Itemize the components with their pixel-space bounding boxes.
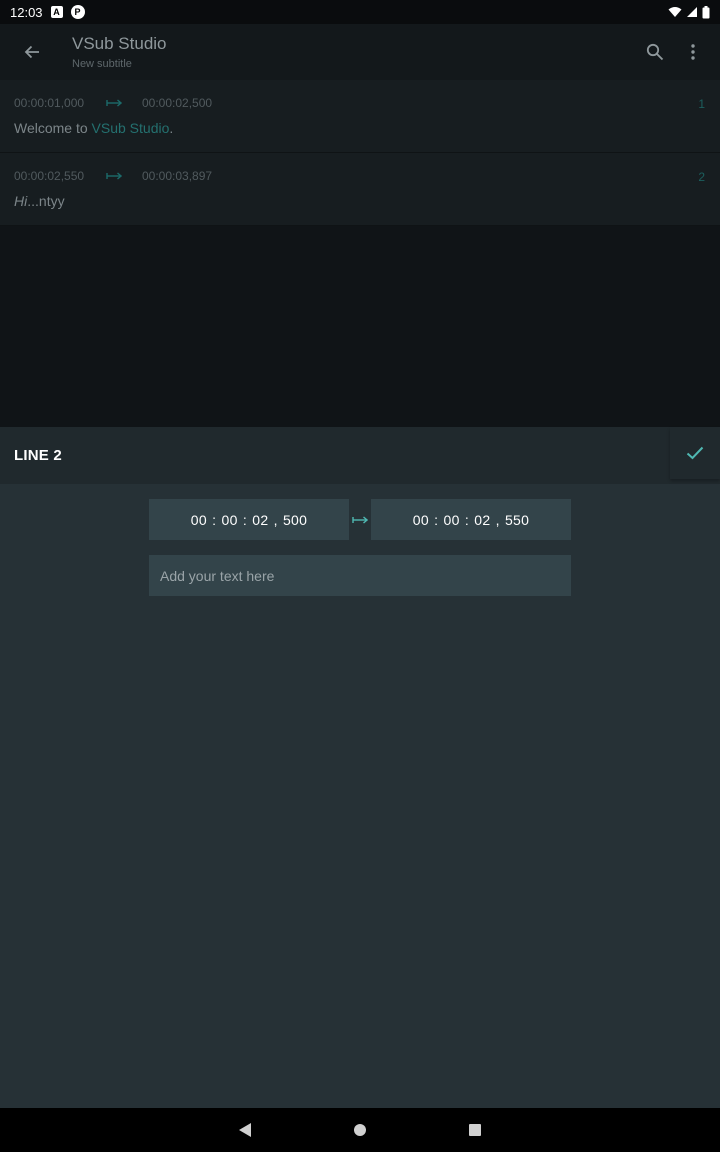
subtitle-list-item[interactable]: 00:00:02,550 00:00:03,897 2 Hi...ntyy xyxy=(0,153,720,226)
status-bar: 12:03 A P xyxy=(0,0,720,24)
check-icon xyxy=(686,446,704,460)
end-time-field[interactable]: 00 : 00 : 02 , 550 xyxy=(371,499,571,540)
nav-back-button[interactable] xyxy=(188,1108,303,1152)
search-icon xyxy=(646,43,664,61)
subtitle-times: 00:00:01,000 00:00:02,500 xyxy=(14,96,706,110)
nav-home-button[interactable] xyxy=(303,1108,418,1152)
app-subtitle: New subtitle xyxy=(72,58,132,70)
nav-home-icon xyxy=(354,1124,366,1136)
subtitle-start-time: 00:00:02,550 xyxy=(14,169,85,183)
subtitle-text-plain: Welcome to xyxy=(14,120,92,136)
status-right xyxy=(668,5,710,19)
subtitle-times: 00:00:02,550 00:00:03,897 xyxy=(14,169,706,183)
subtitle-index: 1 xyxy=(698,97,705,111)
confirm-button[interactable] xyxy=(670,427,720,479)
subtitle-text-italic: Hi xyxy=(14,193,28,209)
time-range-row: 00 : 00 : 02 , 500 00 : 00 : 02 , 550 xyxy=(149,499,571,540)
subtitle-text-rest: ...ntyy xyxy=(27,193,65,209)
notification-a-icon: A xyxy=(50,6,63,18)
status-time: 12:03 xyxy=(10,4,43,20)
subtitle-text-suffix: . xyxy=(169,120,174,136)
range-arrow-icon xyxy=(106,172,142,180)
more-vert-icon xyxy=(691,44,695,60)
signal-icon xyxy=(687,7,697,17)
start-time-field[interactable]: 00 : 00 : 02 , 500 xyxy=(149,499,349,540)
range-arrow-icon xyxy=(106,99,142,107)
subtitle-end-time: 00:00:03,897 xyxy=(142,169,213,183)
subtitle-start-time: 00:00:01,000 xyxy=(14,96,85,110)
subtitle-list-item[interactable]: 00:00:01,000 00:00:02,500 1 Welcome to V… xyxy=(0,80,720,153)
navigation-bar xyxy=(0,1108,720,1152)
screen: 12:03 A P VSub Studio New subtitle 00:00… xyxy=(0,0,720,1152)
subtitle-end-time: 00:00:02,500 xyxy=(142,96,213,110)
subtitle-text-highlight: VSub Studio xyxy=(91,120,170,136)
range-arrow-icon xyxy=(349,515,371,524)
subtitle-index: 2 xyxy=(698,170,705,184)
arrow-left-icon xyxy=(24,45,39,59)
notification-p-icon: P xyxy=(70,5,85,19)
line-editor-header: LINE 2 xyxy=(0,427,720,484)
nav-back-icon xyxy=(239,1123,251,1137)
status-left: 12:03 A P xyxy=(10,5,85,20)
app-title: VSub Studio xyxy=(72,34,167,53)
subtitle-text-input[interactable] xyxy=(149,555,571,596)
subtitle-list: 00:00:01,000 00:00:02,500 1 Welcome to V… xyxy=(0,80,720,226)
line-editor-title: LINE 2 xyxy=(14,447,62,464)
battery-icon xyxy=(702,5,710,18)
subtitle-text: Welcome to VSub Studio. xyxy=(14,120,706,136)
search-button[interactable] xyxy=(636,24,674,80)
app-actions xyxy=(636,24,720,80)
nav-recents-icon xyxy=(469,1124,481,1136)
back-button[interactable] xyxy=(0,24,64,80)
wifi-icon xyxy=(668,7,682,17)
app-titles: VSub Studio New subtitle xyxy=(72,33,167,71)
app-bar: VSub Studio New subtitle xyxy=(0,24,720,80)
line-editor-sheet: LINE 2 00 : 00 : 02 , 500 00 : 00 : 02 ,… xyxy=(0,427,720,1108)
more-options-button[interactable] xyxy=(674,24,712,80)
nav-recents-button[interactable] xyxy=(418,1108,533,1152)
subtitle-text: Hi...ntyy xyxy=(14,193,706,209)
